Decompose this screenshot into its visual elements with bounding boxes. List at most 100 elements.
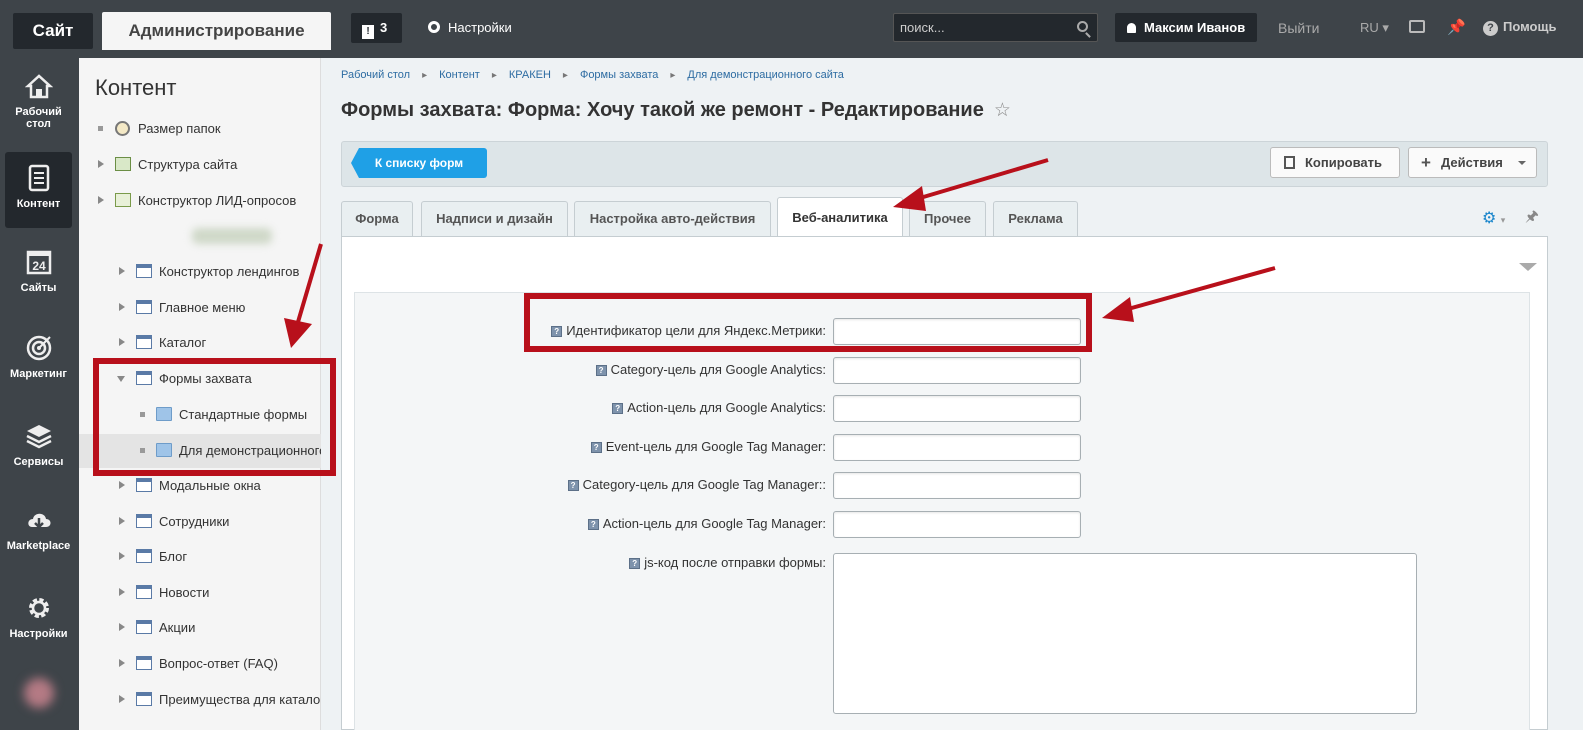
copy-icon <box>1284 156 1295 169</box>
collapse-triangle-icon[interactable] <box>1519 263 1537 271</box>
tree-item-label: Сотрудники <box>159 514 230 529</box>
pin-icon[interactable]: 📌 <box>1447 18 1466 36</box>
tree-title: Контент <box>95 75 177 100</box>
expand-arrow-icon[interactable] <box>119 623 125 631</box>
breadcrumb-separator-icon: ▸ <box>562 70 568 81</box>
tree-item-standard-forms[interactable]: Стандартные формы <box>79 398 321 432</box>
tree-item-site-structure[interactable]: Структура сайта <box>79 148 321 182</box>
settings-link[interactable]: Настройки <box>428 20 512 35</box>
hint-icon[interactable]: ? <box>551 326 563 337</box>
menu-item-content[interactable]: Контент <box>5 152 72 228</box>
keyboard-icon[interactable] <box>1409 20 1425 33</box>
expand-arrow-icon[interactable] <box>119 481 125 489</box>
breadcrumb-separator-icon: ▸ <box>670 70 676 81</box>
gtm-category-input[interactable] <box>833 472 1081 499</box>
menu-item-marketplace[interactable]: Marketplace <box>5 506 72 562</box>
language-select[interactable]: RU ▾ <box>1360 20 1389 36</box>
tab-web-analytics[interactable]: Веб-аналитика <box>777 197 903 237</box>
yandex-metrika-goal-input[interactable] <box>833 318 1081 345</box>
field-label-text: Category-цель для Google Tag Manager:: <box>582 477 826 492</box>
expand-arrow-icon[interactable] <box>98 196 104 204</box>
gtm-action-input[interactable] <box>833 511 1081 538</box>
logout-link[interactable]: Выйти <box>1278 20 1319 36</box>
admin-tab[interactable]: Администрирование <box>102 12 331 50</box>
language-label: RU <box>1360 20 1379 35</box>
hint-icon[interactable]: ? <box>629 558 641 569</box>
tree-item-news[interactable]: Новости <box>79 576 321 610</box>
bullet-icon <box>98 126 103 131</box>
menu-item-desktop[interactable]: Рабочий стол <box>5 72 72 138</box>
menu-item-sites[interactable]: 24 Сайты <box>5 248 72 304</box>
plus-icon: + <box>1421 153 1431 172</box>
expand-arrow-icon[interactable] <box>119 303 125 311</box>
tree-item-main-menu[interactable]: Главное меню <box>79 291 321 325</box>
breadcrumb-item[interactable]: Для демонстрационного сайта <box>687 69 844 81</box>
page-icon <box>136 656 152 670</box>
expand-arrow-icon[interactable] <box>119 267 125 275</box>
help-link[interactable]: ? Помощь <box>1483 19 1556 36</box>
tree-item-catalog[interactable]: Каталог <box>79 326 321 360</box>
tree-item-folder-size[interactable]: Размер папок <box>79 112 321 146</box>
menu-item-settings[interactable]: Настройки <box>5 594 72 650</box>
breadcrumb-separator-icon: ▸ <box>422 70 428 81</box>
search-input[interactable] <box>894 14 1069 41</box>
tree-item-lid-constructor[interactable]: Конструктор ЛИД-опросов <box>79 184 321 218</box>
tab-ads[interactable]: Реклама <box>993 201 1078 237</box>
tree-item-label: Блог <box>159 549 188 564</box>
menu-item-services[interactable]: Сервисы <box>5 422 72 478</box>
tree-item-faq[interactable]: Вопрос-ответ (FAQ) <box>79 647 321 681</box>
gtm-event-input[interactable] <box>833 434 1081 461</box>
expand-arrow-icon[interactable] <box>119 552 125 560</box>
ga-category-input[interactable] <box>833 357 1081 384</box>
hint-icon[interactable]: ? <box>590 442 602 453</box>
tree-item-label: Модальные окна <box>159 478 261 493</box>
breadcrumb-item[interactable]: КРАКЕН <box>509 69 551 81</box>
back-to-list-button[interactable]: К списку форм <box>351 148 487 178</box>
cloud-download-icon <box>27 513 50 529</box>
content-tree: Контент Размер папок Структура сайта Кон… <box>79 58 321 730</box>
pin-icon[interactable]: 🖈 <box>1525 206 1539 231</box>
tree-item-modals[interactable]: Модальные окна <box>79 469 321 503</box>
expand-arrow-icon[interactable] <box>98 160 104 168</box>
actions-button[interactable]: + Действия <box>1408 147 1537 178</box>
ga-action-input[interactable] <box>833 395 1081 422</box>
tab-settings-gear-icon[interactable]: ⚙ ▾ <box>1482 208 1505 228</box>
search-icon[interactable] <box>1077 21 1088 32</box>
user-button[interactable]: Максим Иванов <box>1115 13 1257 42</box>
hint-icon[interactable]: ? <box>612 403 624 414</box>
breadcrumb-item[interactable]: Рабочий стол <box>341 69 410 81</box>
page-icon <box>136 549 152 563</box>
notifications-button[interactable]: ! 3 <box>351 13 402 43</box>
tab-form[interactable]: Форма <box>341 201 413 237</box>
tree-item-blog[interactable]: Блог <box>79 540 321 574</box>
site-tab[interactable]: Сайт <box>13 13 93 49</box>
hint-icon[interactable]: ? <box>567 480 579 491</box>
field-label: ? Event-цель для Google Tag Manager: <box>590 439 826 454</box>
tree-item-employees[interactable]: Сотрудники <box>79 505 321 539</box>
copy-button[interactable]: Копировать <box>1270 147 1400 178</box>
expand-arrow-icon[interactable] <box>119 338 125 346</box>
expand-arrow-icon[interactable] <box>119 517 125 525</box>
svg-text:24: 24 <box>32 259 46 273</box>
tree-item-capture-forms[interactable]: Формы захвата <box>79 362 321 396</box>
expand-arrow-icon[interactable] <box>119 588 125 596</box>
hint-icon[interactable]: ? <box>587 519 599 530</box>
tab-labels-design[interactable]: Надписи и дизайн <box>421 201 568 237</box>
expand-arrow-icon[interactable] <box>119 695 125 703</box>
breadcrumb-item[interactable]: Контент <box>439 69 480 81</box>
tree-item-catalog-advantages[interactable]: Преимущества для каталога <box>79 683 321 717</box>
hint-icon[interactable]: ? <box>595 365 607 376</box>
tab-other[interactable]: Прочее <box>909 201 986 237</box>
collapse-arrow-icon[interactable] <box>117 376 125 382</box>
js-code-textarea[interactable] <box>833 553 1417 714</box>
tree-item-demo-site[interactable]: Для демонстрационного сайта <box>79 434 321 468</box>
breadcrumb-item[interactable]: Формы захвата <box>580 69 658 81</box>
chevron-down-icon <box>1518 161 1526 165</box>
page-icon <box>136 335 152 349</box>
menu-item-marketing[interactable]: Маркетинг <box>5 334 72 390</box>
tab-auto-action[interactable]: Настройка авто-действия <box>574 201 771 237</box>
tree-item-landing-constructor[interactable]: Конструктор лендингов <box>79 255 321 289</box>
star-icon[interactable]: ☆ <box>994 100 1011 121</box>
expand-arrow-icon[interactable] <box>119 659 125 667</box>
tree-item-promotions[interactable]: Акции <box>79 611 321 645</box>
